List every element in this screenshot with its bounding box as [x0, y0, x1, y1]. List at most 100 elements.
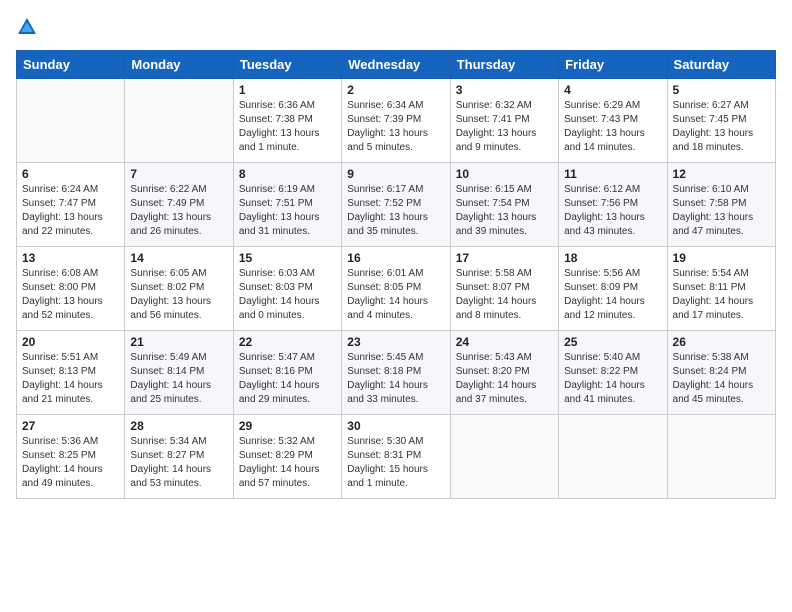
calendar-cell: 5 Sunrise: 6:27 AMSunset: 7:45 PMDayligh… — [667, 79, 775, 163]
day-number: 20 — [22, 335, 119, 349]
day-info: Sunrise: 6:01 AMSunset: 8:05 PMDaylight:… — [347, 268, 428, 321]
calendar-cell — [125, 79, 233, 163]
day-number: 16 — [347, 251, 444, 265]
day-number: 11 — [564, 167, 661, 181]
day-number: 17 — [456, 251, 553, 265]
day-info: Sunrise: 5:34 AMSunset: 8:27 PMDaylight:… — [130, 436, 211, 489]
weekday-header-sunday: Sunday — [17, 51, 125, 79]
day-info: Sunrise: 6:27 AMSunset: 7:45 PMDaylight:… — [673, 100, 754, 153]
day-info: Sunrise: 6:32 AMSunset: 7:41 PMDaylight:… — [456, 100, 537, 153]
calendar-week-row: 13 Sunrise: 6:08 AMSunset: 8:00 PMDaylig… — [17, 247, 776, 331]
calendar-cell: 21 Sunrise: 5:49 AMSunset: 8:14 PMDaylig… — [125, 331, 233, 415]
calendar-week-row: 6 Sunrise: 6:24 AMSunset: 7:47 PMDayligh… — [17, 163, 776, 247]
day-info: Sunrise: 6:17 AMSunset: 7:52 PMDaylight:… — [347, 184, 428, 237]
day-info: Sunrise: 5:40 AMSunset: 8:22 PMDaylight:… — [564, 352, 645, 405]
calendar-cell: 19 Sunrise: 5:54 AMSunset: 8:11 PMDaylig… — [667, 247, 775, 331]
day-number: 6 — [22, 167, 119, 181]
day-number: 27 — [22, 419, 119, 433]
day-info: Sunrise: 6:03 AMSunset: 8:03 PMDaylight:… — [239, 268, 320, 321]
calendar-cell: 22 Sunrise: 5:47 AMSunset: 8:16 PMDaylig… — [233, 331, 341, 415]
day-info: Sunrise: 5:54 AMSunset: 8:11 PMDaylight:… — [673, 268, 754, 321]
day-number: 26 — [673, 335, 770, 349]
calendar-cell — [667, 415, 775, 499]
weekday-header-friday: Friday — [559, 51, 667, 79]
day-info: Sunrise: 5:51 AMSunset: 8:13 PMDaylight:… — [22, 352, 103, 405]
calendar-cell — [559, 415, 667, 499]
logo-icon — [16, 16, 38, 38]
calendar-cell: 9 Sunrise: 6:17 AMSunset: 7:52 PMDayligh… — [342, 163, 450, 247]
weekday-header-thursday: Thursday — [450, 51, 558, 79]
calendar-cell: 30 Sunrise: 5:30 AMSunset: 8:31 PMDaylig… — [342, 415, 450, 499]
day-number: 29 — [239, 419, 336, 433]
day-number: 2 — [347, 83, 444, 97]
calendar-cell: 28 Sunrise: 5:34 AMSunset: 8:27 PMDaylig… — [125, 415, 233, 499]
day-number: 13 — [22, 251, 119, 265]
calendar-cell: 16 Sunrise: 6:01 AMSunset: 8:05 PMDaylig… — [342, 247, 450, 331]
day-number: 4 — [564, 83, 661, 97]
calendar-cell: 18 Sunrise: 5:56 AMSunset: 8:09 PMDaylig… — [559, 247, 667, 331]
calendar-cell: 3 Sunrise: 6:32 AMSunset: 7:41 PMDayligh… — [450, 79, 558, 163]
day-number: 5 — [673, 83, 770, 97]
calendar-cell: 24 Sunrise: 5:43 AMSunset: 8:20 PMDaylig… — [450, 331, 558, 415]
day-number: 14 — [130, 251, 227, 265]
calendar-cell: 7 Sunrise: 6:22 AMSunset: 7:49 PMDayligh… — [125, 163, 233, 247]
day-info: Sunrise: 6:22 AMSunset: 7:49 PMDaylight:… — [130, 184, 211, 237]
day-info: Sunrise: 5:56 AMSunset: 8:09 PMDaylight:… — [564, 268, 645, 321]
calendar-cell: 15 Sunrise: 6:03 AMSunset: 8:03 PMDaylig… — [233, 247, 341, 331]
day-number: 25 — [564, 335, 661, 349]
day-info: Sunrise: 5:32 AMSunset: 8:29 PMDaylight:… — [239, 436, 320, 489]
day-number: 10 — [456, 167, 553, 181]
day-info: Sunrise: 6:05 AMSunset: 8:02 PMDaylight:… — [130, 268, 211, 321]
day-number: 18 — [564, 251, 661, 265]
day-info: Sunrise: 5:36 AMSunset: 8:25 PMDaylight:… — [22, 436, 103, 489]
day-info: Sunrise: 5:47 AMSunset: 8:16 PMDaylight:… — [239, 352, 320, 405]
page-header — [16, 16, 776, 38]
day-info: Sunrise: 6:36 AMSunset: 7:38 PMDaylight:… — [239, 100, 320, 153]
weekday-header-saturday: Saturday — [667, 51, 775, 79]
calendar-cell: 2 Sunrise: 6:34 AMSunset: 7:39 PMDayligh… — [342, 79, 450, 163]
calendar-cell: 27 Sunrise: 5:36 AMSunset: 8:25 PMDaylig… — [17, 415, 125, 499]
day-info: Sunrise: 5:38 AMSunset: 8:24 PMDaylight:… — [673, 352, 754, 405]
weekday-header-tuesday: Tuesday — [233, 51, 341, 79]
calendar-week-row: 1 Sunrise: 6:36 AMSunset: 7:38 PMDayligh… — [17, 79, 776, 163]
day-number: 30 — [347, 419, 444, 433]
calendar-cell: 23 Sunrise: 5:45 AMSunset: 8:18 PMDaylig… — [342, 331, 450, 415]
logo — [16, 16, 38, 38]
calendar-week-row: 27 Sunrise: 5:36 AMSunset: 8:25 PMDaylig… — [17, 415, 776, 499]
calendar-cell: 10 Sunrise: 6:15 AMSunset: 7:54 PMDaylig… — [450, 163, 558, 247]
calendar-cell: 17 Sunrise: 5:58 AMSunset: 8:07 PMDaylig… — [450, 247, 558, 331]
day-info: Sunrise: 5:43 AMSunset: 8:20 PMDaylight:… — [456, 352, 537, 405]
day-info: Sunrise: 6:34 AMSunset: 7:39 PMDaylight:… — [347, 100, 428, 153]
calendar-cell: 12 Sunrise: 6:10 AMSunset: 7:58 PMDaylig… — [667, 163, 775, 247]
day-number: 19 — [673, 251, 770, 265]
calendar-cell: 1 Sunrise: 6:36 AMSunset: 7:38 PMDayligh… — [233, 79, 341, 163]
calendar-cell — [450, 415, 558, 499]
calendar-week-row: 20 Sunrise: 5:51 AMSunset: 8:13 PMDaylig… — [17, 331, 776, 415]
weekday-header-monday: Monday — [125, 51, 233, 79]
day-number: 22 — [239, 335, 336, 349]
day-number: 28 — [130, 419, 227, 433]
day-number: 7 — [130, 167, 227, 181]
calendar-cell: 13 Sunrise: 6:08 AMSunset: 8:00 PMDaylig… — [17, 247, 125, 331]
day-number: 1 — [239, 83, 336, 97]
day-info: Sunrise: 6:19 AMSunset: 7:51 PMDaylight:… — [239, 184, 320, 237]
day-number: 8 — [239, 167, 336, 181]
day-number: 3 — [456, 83, 553, 97]
calendar-header-row: SundayMondayTuesdayWednesdayThursdayFrid… — [17, 51, 776, 79]
day-number: 12 — [673, 167, 770, 181]
calendar-cell: 29 Sunrise: 5:32 AMSunset: 8:29 PMDaylig… — [233, 415, 341, 499]
calendar-cell: 11 Sunrise: 6:12 AMSunset: 7:56 PMDaylig… — [559, 163, 667, 247]
day-info: Sunrise: 5:30 AMSunset: 8:31 PMDaylight:… — [347, 436, 428, 489]
calendar-cell: 20 Sunrise: 5:51 AMSunset: 8:13 PMDaylig… — [17, 331, 125, 415]
day-info: Sunrise: 6:10 AMSunset: 7:58 PMDaylight:… — [673, 184, 754, 237]
day-info: Sunrise: 6:29 AMSunset: 7:43 PMDaylight:… — [564, 100, 645, 153]
day-info: Sunrise: 6:12 AMSunset: 7:56 PMDaylight:… — [564, 184, 645, 237]
day-number: 24 — [456, 335, 553, 349]
calendar-cell: 4 Sunrise: 6:29 AMSunset: 7:43 PMDayligh… — [559, 79, 667, 163]
calendar-cell: 6 Sunrise: 6:24 AMSunset: 7:47 PMDayligh… — [17, 163, 125, 247]
day-number: 21 — [130, 335, 227, 349]
logo-general — [16, 16, 38, 38]
day-info: Sunrise: 5:45 AMSunset: 8:18 PMDaylight:… — [347, 352, 428, 405]
day-info: Sunrise: 5:49 AMSunset: 8:14 PMDaylight:… — [130, 352, 211, 405]
day-number: 23 — [347, 335, 444, 349]
